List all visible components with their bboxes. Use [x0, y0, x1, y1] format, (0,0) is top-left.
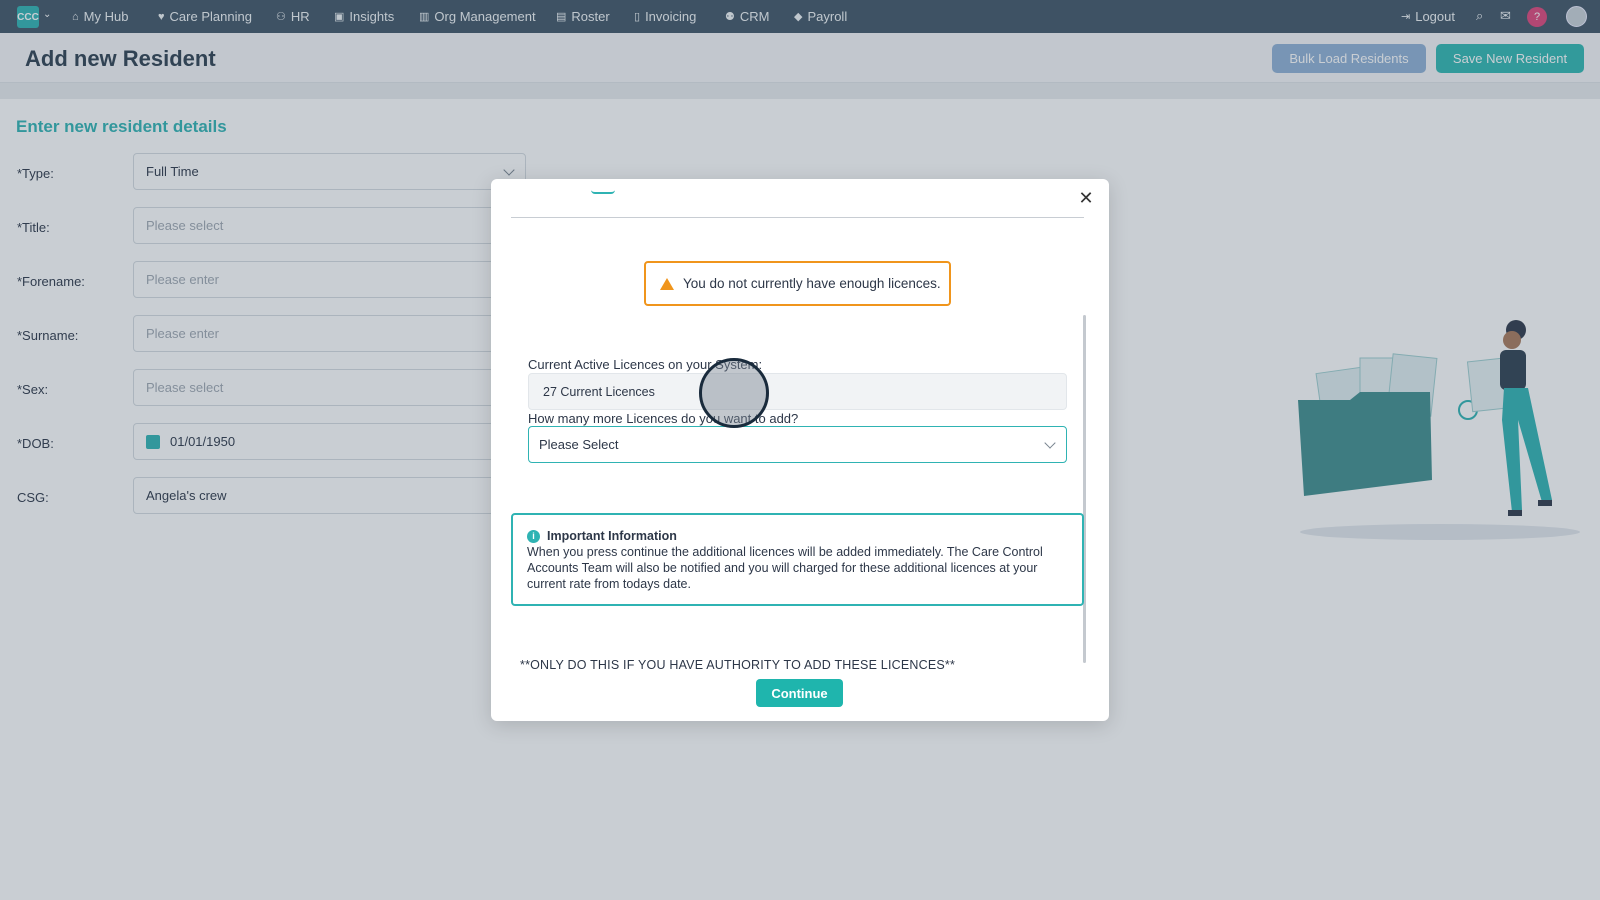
info-icon: i [527, 529, 540, 543]
current-licences-field: 27 Current Licences [528, 373, 1067, 410]
warning-icon [660, 277, 674, 290]
modal-header-accent [591, 190, 615, 194]
modal-scrollbar[interactable] [1083, 315, 1086, 663]
modal-divider [511, 217, 1084, 218]
cursor-highlight [699, 358, 769, 428]
continue-button[interactable]: Continue [756, 679, 843, 707]
chevron-down-icon [1044, 437, 1056, 449]
close-icon[interactable]: ✕ [1078, 188, 1094, 208]
licence-warning: You do not currently have enough licence… [644, 261, 951, 306]
more-licences-select[interactable]: Please Select [528, 426, 1067, 463]
info-text: When you press continue the additional l… [527, 545, 1043, 591]
info-heading: i Important Information [527, 528, 1068, 544]
authority-notice: **ONLY DO THIS IF YOU HAVE AUTHORITY TO … [520, 658, 956, 672]
important-info-box: i Important Information When you press c… [511, 513, 1084, 606]
